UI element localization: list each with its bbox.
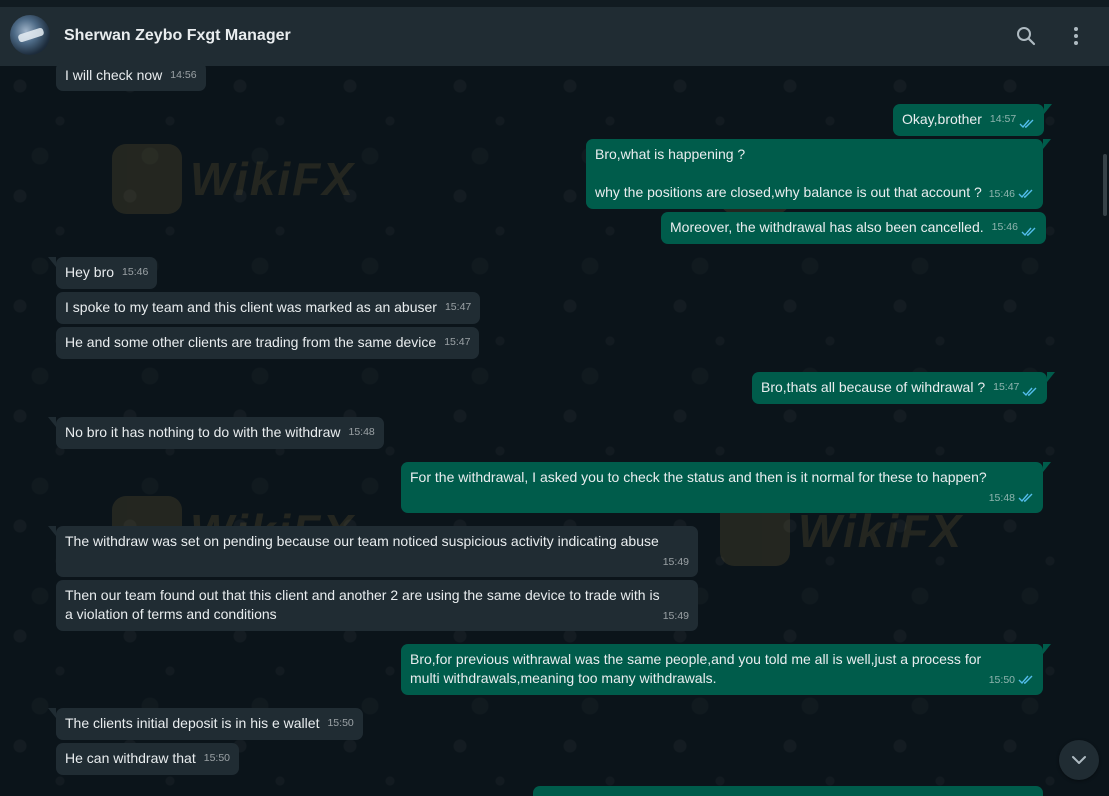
- message-time: 14:56: [170, 69, 197, 81]
- chat-header: Sherwan Zeybo Fxgt Manager: [0, 7, 1109, 66]
- message-time: 15:48: [989, 489, 1034, 508]
- message-text: The clients initial deposit is in his e …: [65, 715, 320, 731]
- message-incoming[interactable]: Then our team found out that this client…: [56, 580, 698, 631]
- message-time: 15:50: [203, 752, 231, 764]
- message-outgoing[interactable]: For the withdrawal, I asked you to check…: [401, 462, 1051, 513]
- watermark-text: WikiFX: [190, 153, 355, 205]
- message-time: 15:47: [444, 336, 471, 348]
- message-time-value: 15:48: [988, 492, 1015, 504]
- search-button[interactable]: [1014, 24, 1038, 48]
- message-time: 14:57: [989, 113, 1017, 125]
- message-text: He can withdraw that: [65, 750, 196, 766]
- message-text: I will check now: [65, 67, 163, 83]
- message-text: Bro,thats all because of wihdrawal ?: [761, 379, 986, 395]
- message-outgoing[interactable]: Bro,for previous withrawal was the same …: [401, 644, 1051, 695]
- message-text: Moreover, the withdrawal has also been c…: [670, 219, 984, 235]
- message-incoming[interactable]: I will check now 14:56: [56, 62, 206, 91]
- message-time: 15:48: [348, 426, 375, 438]
- message-outgoing[interactable]: Okay,brother 14:57: [893, 104, 1053, 136]
- message-incoming[interactable]: I spoke to my team and this client was m…: [56, 292, 481, 324]
- message-time: 15:46: [989, 185, 1034, 204]
- message-text: No bro it has nothing to do with the wit…: [65, 424, 341, 440]
- message-text: He and some other clients are trading fr…: [65, 334, 437, 350]
- message-time: 15:46: [122, 266, 149, 278]
- message-time-value: 15:46: [988, 188, 1015, 200]
- message-text: Bro,for previous withrawal was the same …: [410, 651, 986, 686]
- double-check-icon: [1018, 675, 1033, 685]
- more-vert-icon: [1074, 27, 1078, 45]
- message-incoming[interactable]: He can withdraw that 15:50: [56, 743, 240, 775]
- scrollbar-thumb[interactable]: [1103, 154, 1107, 216]
- message-time-value: 15:50: [988, 674, 1015, 686]
- message-outgoing-partial[interactable]: [533, 786, 1043, 796]
- message-text: Then our team found out that this client…: [65, 587, 664, 622]
- message-time: 15:50: [989, 671, 1034, 690]
- message-text: The withdraw was set on pending because …: [65, 533, 659, 549]
- message-time: 15:49: [662, 610, 689, 622]
- message-incoming[interactable]: No bro it has nothing to do with the wit…: [48, 417, 384, 449]
- message-time: 15:47: [993, 381, 1020, 393]
- window-top-strip: [0, 0, 1109, 7]
- message-incoming[interactable]: The withdraw was set on pending because …: [48, 526, 698, 577]
- menu-button[interactable]: [1064, 24, 1088, 48]
- message-text: Okay,brother: [902, 111, 982, 127]
- message-incoming[interactable]: He and some other clients are trading fr…: [56, 327, 480, 359]
- message-text: I spoke to my team and this client was m…: [65, 299, 437, 315]
- double-check-icon: [1022, 387, 1037, 397]
- watermark-logo: [112, 144, 182, 214]
- message-text: Hey bro: [65, 264, 115, 280]
- message-outgoing[interactable]: Bro,thats all because of wihdrawal ? 15:4…: [752, 372, 1056, 404]
- scroll-to-bottom-button[interactable]: [1059, 740, 1099, 780]
- chevron-down-icon: [1072, 756, 1086, 764]
- double-check-icon: [1019, 119, 1034, 129]
- message-incoming[interactable]: The clients initial deposit is in his e …: [48, 708, 363, 740]
- message-time: 15:50: [327, 717, 354, 729]
- message-time: 15:46: [991, 221, 1018, 233]
- message-text: Bro,what is happening ? why the position…: [595, 146, 982, 200]
- message-incoming[interactable]: Hey bro 15:46: [47, 257, 158, 289]
- message-time: 15:47: [444, 301, 472, 313]
- message-time: 15:49: [662, 556, 689, 568]
- search-icon: [1017, 27, 1036, 46]
- chat-scrollbar[interactable]: [1100, 66, 1109, 791]
- message-text: For the withdrawal, I asked you to check…: [410, 469, 987, 485]
- contact-avatar[interactable]: [10, 15, 50, 55]
- double-check-icon: [1018, 493, 1033, 503]
- double-check-icon: [1021, 227, 1036, 237]
- message-outgoing[interactable]: Bro,what is happening ? why the position…: [586, 139, 1051, 209]
- double-check-icon: [1018, 189, 1033, 199]
- watermark: WikiFX: [112, 144, 355, 214]
- contact-name[interactable]: Sherwan Zeybo Fxgt Manager: [64, 27, 291, 45]
- message-outgoing[interactable]: Moreover, the withdrawal has also been c…: [661, 212, 1046, 244]
